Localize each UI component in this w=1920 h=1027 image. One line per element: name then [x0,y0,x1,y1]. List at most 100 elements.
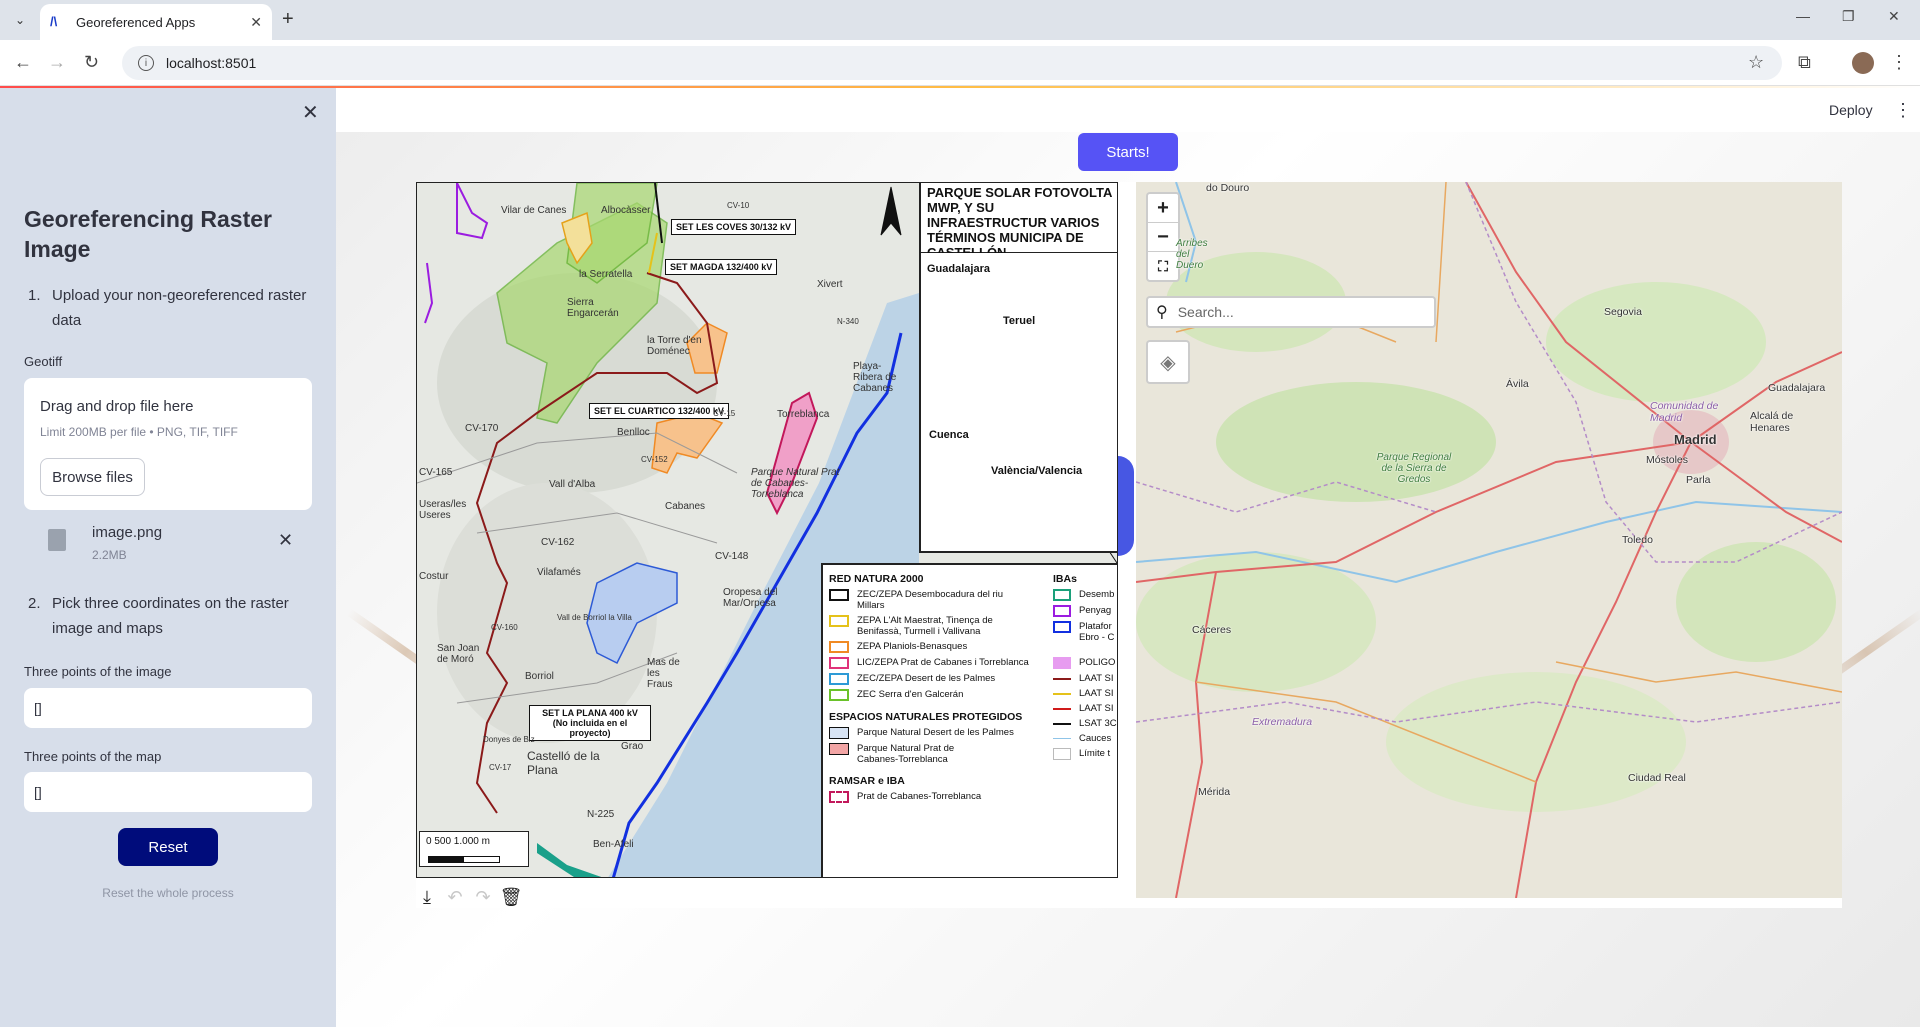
legend-swatch [829,727,849,739]
legend-ibas-column: IBAs Desemb Penyag Platafor Ebro - C POL… [1053,571,1117,764]
tab-search-chevron-icon[interactable]: ⌄ [8,8,32,32]
zoom-control: + − ⛶ [1146,192,1180,282]
legend-swatch [829,743,849,755]
restore-icon[interactable]: ❐ [1842,8,1855,25]
starts-button[interactable]: Starts! [1078,133,1178,171]
url-field[interactable]: i localhost:8501 [122,46,1782,80]
place-label: CV-162 [541,537,575,548]
place-label: N-340 [837,317,859,326]
place-label: CV-148 [715,551,749,562]
tab-close-icon[interactable]: ✕ [250,14,262,31]
layers-icon[interactable]: ◈ [1146,340,1190,384]
sidebar-title: Georeferencing Raster Image [24,206,272,262]
legend-swatch [829,615,849,627]
browser-tab[interactable]: /\ Georeferenced Apps ✕ [40,4,272,40]
bookmark-star-icon[interactable]: ☆ [1748,52,1764,73]
main-area: Deploy ⋮ Starts! PARQUE SOLAR FOTOVOLTA … [336,88,1920,1027]
place-label: Oropesa del Mar/Orpesa [723,587,778,609]
place-label: CV-165 [419,467,453,478]
scale-bar-graphic [428,856,500,863]
place-label: N-225 [587,809,615,820]
extensions-icon[interactable]: ⧉ [1798,52,1811,73]
raster-toolbar: ⤓ ↶ ↷ 🗑 [416,884,522,910]
undo-icon[interactable]: ↶ [444,886,466,908]
legend-swatch [829,589,849,601]
map-search-placeholder: Search... [1177,304,1234,320]
legend-item: POLIGO [1053,657,1117,669]
place-label: CV-160 [491,623,518,632]
app-favicon-icon: /\ [50,14,58,29]
trash-icon[interactable]: 🗑 [500,886,523,908]
fullscreen-icon[interactable]: ⛶ [1148,252,1178,281]
image-points-field[interactable]: [] [24,688,312,728]
back-icon[interactable]: ← [14,52,32,73]
scale-text: 0 500 1.000 m [426,836,490,847]
legend-item: Cauces [1053,733,1117,744]
sidebar-close-icon[interactable]: ✕ [302,100,319,125]
browser-menu-icon[interactable]: ⋮ [1890,52,1908,73]
place-label: CV-10 [727,201,750,210]
place-label: Vilafamés [537,567,581,578]
minimize-icon[interactable]: — [1796,8,1810,24]
place-label: Vall de Borriol la Villa [557,613,632,622]
map-city-label: Móstoles [1646,454,1689,466]
legend-item: Prat de Cabanes-Torreblanca [829,791,1113,803]
map-city-label: Parque Regional de la Sierra de Gredos [1376,452,1452,485]
legend-item: Penyag [1053,605,1117,617]
place-label: San Joan de Moró [437,643,480,665]
legend-heading: RAMSAR e IBA [829,775,905,787]
reset-button[interactable]: Reset [118,828,218,866]
map-city-label: Ciudad Real [1628,772,1686,784]
place-label: Vilar de Canes [501,205,567,216]
zoom-in-button[interactable]: + [1148,194,1178,223]
legend-swatch [829,657,849,669]
substation-callout: SET MAGDA 132/400 kV [665,259,778,275]
file-dropzone[interactable]: Drag and drop file here Limit 200MB per … [24,378,312,510]
map-city-label: Extremadura [1252,716,1313,728]
legend-item: LSAT 3C [1053,718,1117,729]
place-label: Donyes de Biz [483,735,535,744]
place-label: Torreblanca [777,409,830,420]
tab-title: Georeferenced Apps [76,14,196,30]
remove-file-icon[interactable]: ✕ [278,530,293,551]
map-city-label: Comunidad de Madrid [1650,400,1719,424]
map-points-field[interactable]: [] [24,772,312,812]
panel-divider-handle[interactable] [1118,456,1134,556]
substation-callout: SET LA PLANA 400 kV (No incluida en el p… [529,705,651,741]
place-label: Vall d'Alba [549,479,596,490]
geotiff-label: Geotiff [24,354,63,369]
app-menu-icon[interactable]: ⋮ [1894,100,1912,121]
reload-icon[interactable]: ↻ [84,52,99,73]
map-city-label: Segovia [1604,306,1642,318]
step-1-text: Upload your non-georeferenced raster dat… [52,287,307,329]
browser-tabstrip: ⌄ /\ Georeferenced Apps ✕ + — ❐ ✕ [0,0,1920,40]
reset-help-text: Reset the whole process [102,886,234,900]
new-tab-icon[interactable]: + [282,8,294,31]
profile-avatar[interactable] [1852,52,1874,74]
search-icon: ⚲ [1156,304,1168,321]
raster-image-canvas[interactable]: PARQUE SOLAR FOTOVOLTA MWP, Y SU INFRAES… [416,182,1118,878]
map-city-label: Madrid [1674,432,1717,447]
site-info-icon[interactable]: i [138,55,154,71]
basemap-drawing [1136,182,1842,898]
zoom-out-button[interactable]: − [1148,223,1178,252]
place-label: la Torre d'en Doménec [647,335,702,357]
web-map[interactable]: + − ⛶ ⚲ Search... ◈ do Douro Segovia Ávi… [1136,182,1842,898]
place-label: Castelló de la Plana [527,749,600,777]
download-icon[interactable]: ⤓ [416,886,438,908]
deploy-button[interactable]: Deploy [1829,102,1873,118]
step-1-number: 1. [28,287,41,304]
browse-files-button[interactable]: Browse files [40,458,145,496]
uploaded-file-size: 2.2MB [92,548,127,562]
legend-item: Platafor Ebro - C [1053,621,1117,643]
redo-icon[interactable]: ↷ [472,886,494,908]
map-search-box[interactable]: ⚲ Search... [1146,296,1436,328]
map-city-label: Cáceres [1192,624,1232,636]
forward-icon[interactable]: → [48,52,66,73]
step-2-text: Pick three coordinates on the raster ima… [52,595,289,637]
map-points-label: Three points of the map [24,749,162,764]
address-bar: ← → ↻ i localhost:8501 ☆ ⧉ ⋮ [0,40,1920,86]
window-close-icon[interactable]: ✕ [1888,8,1900,25]
legend-swatch [829,641,849,653]
map-city-label: Parla [1686,474,1711,486]
